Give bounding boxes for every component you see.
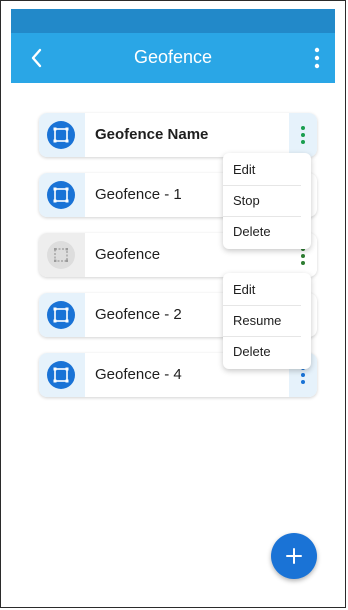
geofence-options-menu: Edit Stop Delete bbox=[223, 153, 311, 249]
menu-item-stop[interactable]: Stop bbox=[223, 186, 301, 217]
more-vertical-icon[interactable] bbox=[313, 47, 321, 69]
geofence-card[interactable]: Geofence Name bbox=[39, 113, 317, 157]
geofence-name: Geofence Name bbox=[95, 126, 209, 143]
geofence-name: Geofence bbox=[95, 246, 161, 263]
geofence-options-menu: Edit Resume Delete bbox=[223, 273, 311, 369]
geofence-area-icon bbox=[47, 241, 75, 269]
page-title: Geofence bbox=[133, 47, 213, 67]
menu-item-edit[interactable]: Edit bbox=[223, 275, 301, 306]
app-bar: Geofence bbox=[11, 33, 335, 83]
geofence-icon-area bbox=[39, 353, 85, 397]
menu-item-resume[interactable]: Resume bbox=[223, 306, 301, 337]
menu-item-delete[interactable]: Delete bbox=[223, 337, 301, 367]
status-bar bbox=[11, 9, 335, 33]
more-vertical-icon bbox=[301, 247, 305, 265]
plus-icon bbox=[286, 548, 302, 564]
geofence-area-icon bbox=[47, 121, 75, 149]
geofence-list: Geofence Name Geofence - 1 Geofence Geof… bbox=[11, 83, 335, 607]
add-geofence-button[interactable] bbox=[271, 533, 317, 579]
geofence-name: Geofence - 1 bbox=[95, 186, 182, 203]
more-vertical-icon bbox=[301, 126, 305, 144]
geofence-name: Geofence - 4 bbox=[95, 366, 182, 383]
geofence-icon-area bbox=[39, 293, 85, 337]
phone-frame: Geofence Geofence Name Geofence - 1 Geof… bbox=[0, 0, 346, 608]
geofence-icon-area bbox=[39, 173, 85, 217]
geofence-options-button[interactable] bbox=[289, 113, 317, 157]
geofence-name: Geofence - 2 bbox=[95, 306, 182, 323]
geofence-icon-area bbox=[39, 233, 85, 277]
menu-item-delete[interactable]: Delete bbox=[223, 217, 301, 247]
geofence-area-icon bbox=[47, 301, 75, 329]
geofence-icon-area bbox=[39, 113, 85, 157]
menu-item-edit[interactable]: Edit bbox=[223, 155, 301, 186]
geofence-area-icon bbox=[47, 181, 75, 209]
geofence-area-icon bbox=[47, 361, 75, 389]
